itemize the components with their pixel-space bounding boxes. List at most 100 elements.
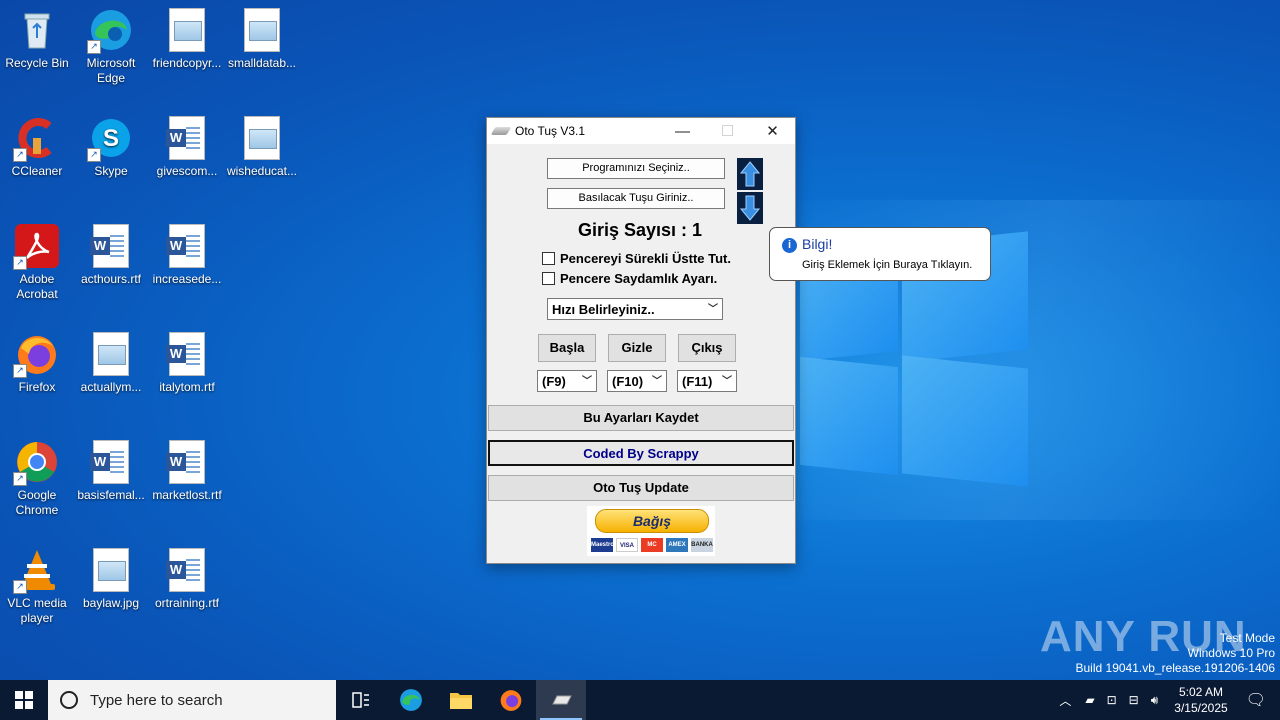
edge-icon — [400, 689, 422, 711]
edge-icon: ↗ — [87, 8, 133, 54]
desktop-icon-actuallym[interactable]: actuallym... — [74, 332, 148, 395]
hide-button[interactable]: Gizle — [608, 334, 666, 362]
desktop-icon-givescom[interactable]: W givescom... — [150, 116, 224, 179]
taskbar-firefox-button[interactable] — [486, 680, 536, 720]
chevron-up-icon[interactable]: ︿ — [1059, 692, 1071, 709]
donate-button[interactable]: Bağış Maestro VISA MC AMEX BANKA — [587, 506, 715, 556]
start-button[interactable] — [0, 680, 48, 720]
oto-tus-app-icon — [552, 695, 572, 705]
taskbar-search-box[interactable]: Type here to search — [48, 680, 336, 720]
exit-button[interactable]: Çıkış — [678, 334, 736, 362]
checkbox-box[interactable] — [542, 272, 555, 285]
vlc-icon: ↗ — [13, 548, 59, 594]
network-icon[interactable]: ⊟ — [1129, 693, 1139, 707]
oto-tus-window[interactable]: Oto Tuş V3.1 — ☐ ✕ Programınızı Seçiniz.… — [486, 117, 796, 564]
update-button[interactable]: Oto Tuş Update — [488, 475, 794, 501]
desktop-icon-friendcopyr[interactable]: friendcopyr... — [150, 8, 224, 71]
credit-button[interactable]: Coded By Scrappy — [488, 440, 794, 466]
volume-icon[interactable]: 🔊︎ — [1151, 693, 1159, 708]
desktop-icon-basisfemal[interactable]: W basisfemal... — [74, 440, 148, 503]
desktop-icon-ccleaner[interactable]: ↗ CCleaner — [0, 116, 74, 179]
shortcut-arrow-icon: ↗ — [13, 148, 27, 162]
app-icon — [490, 127, 512, 135]
desktop-icon-google-chrome[interactable]: ↗ Google Chrome — [0, 440, 74, 518]
search-icon — [60, 691, 78, 709]
svg-text:S: S — [103, 125, 119, 152]
tray-app-icon[interactable]: ▰ — [1085, 693, 1094, 707]
chevron-down-icon: ﹀ — [582, 376, 592, 387]
test-mode-text: Test Mode Windows 10 Pro Build 19041.vb_… — [1075, 631, 1276, 675]
select-program-button[interactable]: Programınızı Seçiniz.. — [547, 158, 725, 179]
always-on-top-checkbox[interactable]: Pencereyi Sürekli Üstte Tut. — [542, 251, 731, 266]
desktop-icon-edge[interactable]: ↗ Microsoft Edge — [74, 8, 148, 86]
arrow-down-icon — [739, 195, 761, 221]
windows-start-icon — [15, 691, 33, 709]
word-file-icon: W — [165, 440, 209, 484]
start-button[interactable]: Başla — [538, 334, 596, 362]
firefox-icon: ↗ — [13, 332, 59, 378]
desktop-icon-vlc[interactable]: ↗ VLC media player — [0, 548, 74, 626]
taskbar-explorer-button[interactable] — [436, 680, 486, 720]
maximize-button: ☐ — [720, 123, 735, 140]
card-maestro: Maestro — [591, 538, 614, 552]
firefox-icon — [500, 690, 522, 711]
desktop-icon-baylaw[interactable]: baylaw.jpg — [74, 548, 148, 611]
desktop-icon-marketlost[interactable]: W marketlost.rtf — [150, 440, 224, 503]
shortcut-arrow-icon: ↗ — [87, 40, 101, 54]
taskbar-clock[interactable]: 5:02 AM 3/15/2025 — [1174, 684, 1227, 716]
taskbar-oto-tus-button[interactable] — [536, 680, 586, 720]
card-visa: VISA — [616, 538, 638, 552]
image-file-icon — [165, 8, 209, 52]
save-settings-button[interactable]: Bu Ayarları Kaydet — [488, 405, 794, 431]
hide-hotkey-select[interactable]: (F10) ﹀ — [607, 370, 667, 392]
word-file-icon: W — [165, 224, 209, 268]
start-hotkey-select[interactable]: (F9) ﹀ — [537, 370, 597, 392]
image-file-icon — [89, 548, 133, 592]
desktop-icon-firefox[interactable]: ↗ Firefox — [0, 332, 74, 395]
image-file-icon — [240, 8, 284, 52]
card-bank: BANKA — [691, 538, 713, 552]
desktop-icon-ortraining[interactable]: W ortraining.rtf — [150, 548, 224, 611]
shortcut-arrow-icon: ↗ — [13, 256, 27, 270]
arrow-up-button[interactable] — [737, 158, 763, 190]
word-file-icon: W — [165, 548, 209, 592]
task-view-icon — [352, 692, 369, 708]
taskbar-edge-button[interactable] — [386, 680, 436, 720]
taskbar: Type here to search ︿ ▰ ⊡ ⊟ 🔊︎ 5:02 AM 3… — [0, 680, 1280, 720]
word-file-icon: W — [165, 116, 209, 160]
tray-device-icon[interactable]: ⊡ — [1107, 693, 1117, 707]
task-view-button[interactable] — [336, 680, 386, 720]
skype-icon: S ↗ — [87, 116, 133, 162]
exit-hotkey-select[interactable]: (F11) ﹀ — [677, 370, 737, 392]
desktop-icon-skype[interactable]: S ↗ Skype — [74, 116, 148, 179]
chevron-down-icon: ﹀ — [652, 376, 662, 387]
minimize-button[interactable]: — — [660, 118, 705, 144]
shortcut-arrow-icon: ↗ — [87, 148, 101, 162]
folder-icon — [450, 693, 472, 709]
desktop-icon-acthours[interactable]: W acthours.rtf — [74, 224, 148, 287]
image-file-icon — [89, 332, 133, 376]
window-titlebar[interactable]: Oto Tuş V3.1 — ☐ ✕ — [487, 118, 795, 144]
notification-icon[interactable]: 🗨︎ — [1246, 690, 1266, 710]
info-balloon[interactable]: i Bilgi! Giriş Eklemek İçin Buraya Tıkla… — [769, 227, 991, 281]
desktop-icon-italytom[interactable]: W italytom.rtf — [150, 332, 224, 395]
payment-cards: Maestro VISA MC AMEX BANKA — [591, 538, 713, 552]
card-mastercard: MC — [641, 538, 663, 552]
transparency-checkbox[interactable]: Pencere Saydamlık Ayarı. — [542, 271, 717, 286]
balloon-title: Bilgi! — [802, 236, 833, 252]
chevron-down-icon: ﹀ — [722, 376, 732, 387]
desktop-icon-recycle-bin[interactable]: Recycle Bin — [0, 8, 74, 71]
chrome-icon: ↗ — [13, 440, 59, 486]
enter-key-button[interactable]: Basılacak Tuşu Giriniz.. — [547, 188, 725, 209]
desktop-icon-adobe-acrobat[interactable]: ↗ Adobe Acrobat — [0, 224, 74, 302]
card-amex: AMEX — [666, 538, 688, 552]
checkbox-box[interactable] — [542, 252, 555, 265]
desktop-icon-smalldatab[interactable]: smalldatab... — [225, 8, 299, 71]
window-title: Oto Tuş V3.1 — [515, 124, 586, 138]
donate-label: Bağış — [595, 509, 709, 533]
speed-select[interactable]: Hızı Belirleyiniz.. ﹀ — [547, 298, 723, 320]
desktop-icon-increasede[interactable]: W increasede... — [150, 224, 224, 287]
close-button[interactable]: ✕ — [750, 118, 795, 144]
desktop-icon-wisheducat[interactable]: wisheducat... — [225, 116, 299, 179]
word-file-icon: W — [89, 224, 133, 268]
